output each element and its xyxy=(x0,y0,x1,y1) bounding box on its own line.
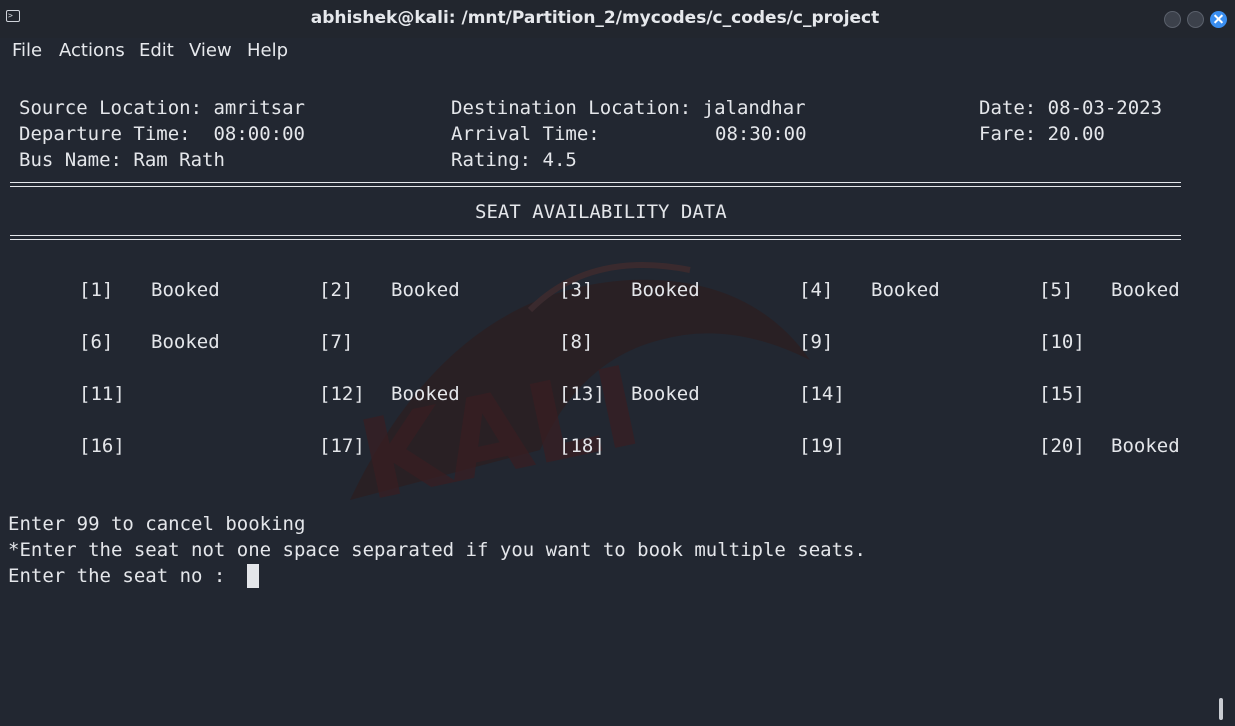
seat-status: Booked xyxy=(631,383,700,405)
seat-status: Booked xyxy=(631,279,700,301)
seat-number: [10] xyxy=(1039,331,1085,353)
seat-number: [13] xyxy=(559,383,605,405)
multi-seat-hint: *Enter the seat not one space separated … xyxy=(8,539,866,561)
title-bar: > abhishek@kali: /mnt/Partition_2/mycode… xyxy=(0,0,1235,38)
cancel-hint: Enter 99 to cancel booking xyxy=(8,513,306,535)
divider-top xyxy=(10,182,1181,187)
seat-number: [12] xyxy=(319,383,365,405)
seat-number: [6] xyxy=(79,331,114,353)
seat-number: [7] xyxy=(319,331,354,353)
seat-number: [14] xyxy=(799,383,845,405)
menu-view[interactable]: View xyxy=(189,40,232,61)
departure-time: Departure Time: 08:00:00 xyxy=(19,123,305,145)
seat-status: Booked xyxy=(1111,279,1180,301)
text-cursor[interactable] xyxy=(247,564,259,588)
seat-number: [20] xyxy=(1039,435,1085,457)
arrival-time-value: 08:30:00 xyxy=(715,123,807,145)
menu-file[interactable]: File xyxy=(12,40,42,61)
source-location: Source Location: amritsar xyxy=(19,97,305,119)
terminal-window: KALI > abhishek@kali: /mnt/Partition_2/m… xyxy=(0,0,1235,726)
menu-actions[interactable]: Actions xyxy=(59,40,125,61)
divider-bottom xyxy=(10,235,1181,240)
section-title: SEAT AVAILABILITY DATA xyxy=(475,201,727,223)
seat-number: [5] xyxy=(1039,279,1074,301)
seat-number: [4] xyxy=(799,279,834,301)
seat-number: [9] xyxy=(799,331,834,353)
seat-number: [2] xyxy=(319,279,354,301)
menu-edit[interactable]: Edit xyxy=(139,40,174,61)
bus-rating: Rating: 4.5 xyxy=(451,149,577,171)
seat-status: Booked xyxy=(1111,435,1180,457)
window-title: abhishek@kali: /mnt/Partition_2/mycodes/… xyxy=(310,8,880,28)
minimize-button[interactable] xyxy=(1164,11,1181,28)
seat-status: Booked xyxy=(391,383,460,405)
fare: Fare: 20.00 xyxy=(979,123,1105,145)
travel-date: Date: 08-03-2023 xyxy=(979,97,1163,119)
seat-number: [1] xyxy=(79,279,114,301)
terminal-output[interactable]: Source Location: amritsar Destination Lo… xyxy=(0,64,1235,726)
menu-bar: File Actions Edit View Help xyxy=(0,38,1235,64)
bus-name: Bus Name: Ram Rath xyxy=(19,149,225,171)
maximize-button[interactable] xyxy=(1187,11,1204,28)
seat-number: [18] xyxy=(559,435,605,457)
seat-number: [11] xyxy=(79,383,125,405)
seat-number: [15] xyxy=(1039,383,1085,405)
seat-status: Booked xyxy=(151,331,220,353)
scrollbar-thumb[interactable] xyxy=(1219,698,1223,720)
seat-number: [3] xyxy=(559,279,594,301)
seat-status: Booked xyxy=(151,279,220,301)
seat-number: [17] xyxy=(319,435,365,457)
seat-number: [19] xyxy=(799,435,845,457)
close-button[interactable] xyxy=(1210,11,1227,28)
seat-input-prompt: Enter the seat no : xyxy=(8,565,237,587)
seat-number: [16] xyxy=(79,435,125,457)
seat-status: Booked xyxy=(391,279,460,301)
destination-location: Destination Location: jalandhar xyxy=(451,97,806,119)
seat-number: [8] xyxy=(559,331,594,353)
arrival-time-label: Arrival Time: xyxy=(451,123,600,145)
seat-status: Booked xyxy=(871,279,940,301)
menu-help[interactable]: Help xyxy=(247,40,288,61)
